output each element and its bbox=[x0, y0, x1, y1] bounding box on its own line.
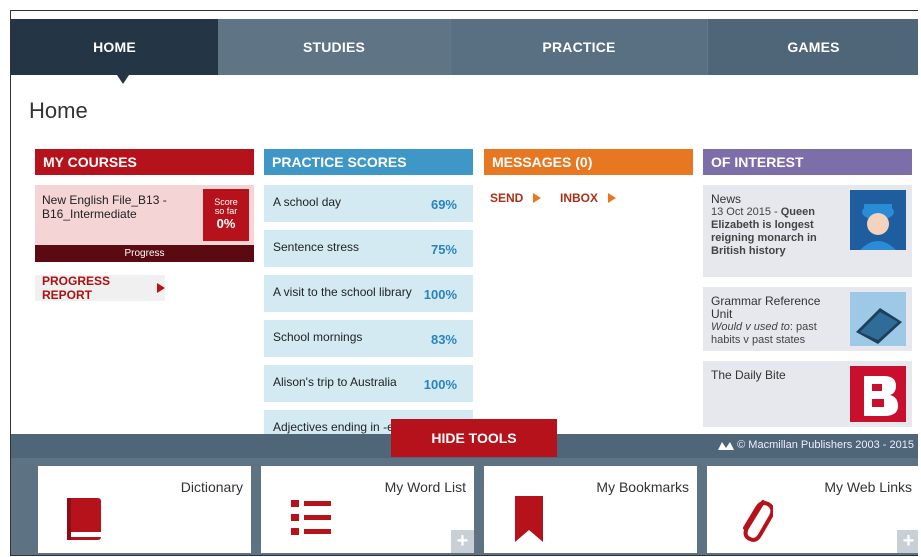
grammar-text: Grammar Reference Unit Would v used to: … bbox=[711, 295, 841, 347]
add-plus-icon[interactable]: + bbox=[897, 530, 918, 553]
course-name: New English File_B13 - B16_Intermediate bbox=[42, 193, 167, 221]
score-value: 0% bbox=[216, 216, 236, 231]
grammar-italic: Would v used to bbox=[711, 321, 790, 333]
progress-report-label: PROGRESS REPORT bbox=[42, 274, 111, 302]
app-frame: HOME STUDIES PRACTICE GAMES Home MY COUR… bbox=[10, 10, 918, 556]
tab-studies[interactable]: STUDIES bbox=[218, 19, 451, 75]
book-icon bbox=[67, 498, 101, 540]
send-button[interactable]: SEND bbox=[490, 191, 542, 205]
score-so-far-badge: Score so far 0% bbox=[203, 189, 249, 241]
daily-bite-text: The Daily Bite bbox=[711, 369, 841, 382]
score-activity-name: Sentence stress bbox=[273, 240, 360, 254]
inbox-button[interactable]: INBOX bbox=[560, 191, 617, 205]
progress-bar[interactable]: Progress bbox=[35, 245, 254, 262]
score-row[interactable]: Alison's trip to Australia 100% bbox=[264, 365, 473, 402]
tab-practice[interactable]: PRACTICE bbox=[451, 19, 708, 75]
of-interest-header: OF INTEREST bbox=[703, 149, 912, 175]
grammar-title: Grammar Reference Unit bbox=[711, 294, 821, 321]
score-percent: 83% bbox=[430, 332, 457, 347]
paperclip-icon bbox=[743, 500, 773, 542]
web-links-tool[interactable]: My Web Links + bbox=[707, 466, 918, 553]
progress-report-button[interactable]: PROGRESS REPORT bbox=[35, 274, 165, 302]
score-activity-name: School mornings bbox=[273, 330, 363, 344]
tab-home[interactable]: HOME bbox=[11, 19, 218, 75]
score-activity-name: A visit to the school library bbox=[273, 285, 412, 299]
score-percent: 69% bbox=[430, 197, 457, 212]
inbox-label: INBOX bbox=[560, 191, 599, 205]
score-activity-name: Adjectives ending in -ed bbox=[273, 420, 401, 434]
tab-games[interactable]: GAMES bbox=[708, 19, 918, 75]
word-list-tool[interactable]: My Word List + bbox=[261, 466, 474, 553]
tool-label: My Bookmarks bbox=[596, 479, 689, 495]
news-text: News 13 Oct 2015 - Queen Elizabeth is lo… bbox=[711, 193, 841, 258]
news-date: 13 Oct 2015 - bbox=[711, 206, 781, 218]
arrow-right-icon bbox=[157, 283, 165, 293]
active-tab-indicator bbox=[117, 75, 129, 84]
messages-header: MESSAGES (0) bbox=[484, 149, 693, 175]
score-percent: 100% bbox=[423, 287, 457, 302]
page-title: Home bbox=[29, 98, 88, 123]
keyboard-image bbox=[850, 292, 906, 346]
score-activity-name: A school day bbox=[273, 195, 342, 209]
dictionary-tool[interactable]: Dictionary bbox=[38, 466, 251, 553]
score-percent: 75% bbox=[430, 242, 457, 257]
news-card[interactable]: News 13 Oct 2015 - Queen Elizabeth is lo… bbox=[703, 185, 912, 277]
main-nav: HOME STUDIES PRACTICE GAMES bbox=[11, 19, 918, 75]
news-title: News bbox=[711, 192, 742, 206]
arrow-right-icon bbox=[608, 193, 617, 203]
score-row[interactable]: Sentence stress 75% bbox=[264, 230, 473, 267]
score-row[interactable]: A school day 69% bbox=[264, 185, 473, 222]
queen-photo bbox=[850, 190, 906, 250]
tool-label: My Web Links bbox=[824, 479, 912, 495]
score-activity-name: Alison's trip to Australia bbox=[273, 375, 397, 389]
practice-scores-header: PRACTICE SCORES bbox=[264, 149, 473, 175]
add-plus-icon[interactable]: + bbox=[451, 530, 474, 553]
bookmark-icon bbox=[515, 496, 543, 542]
daily-bite-card[interactable]: The Daily Bite bbox=[703, 361, 912, 427]
my-courses-header: MY COURSES bbox=[35, 149, 254, 175]
tool-label: My Word List bbox=[384, 479, 466, 495]
tools-area: Dictionary My Word List + My Bookmarks M… bbox=[11, 458, 918, 555]
arrow-right-icon bbox=[533, 193, 542, 203]
daily-bite-logo bbox=[850, 366, 906, 422]
score-row[interactable]: School mornings 83% bbox=[264, 320, 473, 357]
so-far-label: so far bbox=[214, 206, 238, 216]
bookmarks-tool[interactable]: My Bookmarks bbox=[484, 466, 697, 553]
copyright-text: © Macmillan Publishers 2003 - 2015 bbox=[737, 439, 914, 451]
send-label: SEND bbox=[490, 191, 524, 205]
daily-bite-title: The Daily Bite bbox=[711, 368, 786, 382]
copyright: © Macmillan Publishers 2003 - 2015 bbox=[718, 439, 914, 451]
grammar-card[interactable]: Grammar Reference Unit Would v used to: … bbox=[703, 287, 912, 351]
hide-tools-button[interactable]: HIDE TOOLS bbox=[391, 419, 557, 457]
score-percent: 100% bbox=[423, 377, 457, 392]
macmillan-logo-icon bbox=[718, 442, 735, 450]
score-row[interactable]: A visit to the school library 100% bbox=[264, 275, 473, 312]
list-icon bbox=[291, 500, 331, 535]
tool-label: Dictionary bbox=[180, 479, 243, 495]
